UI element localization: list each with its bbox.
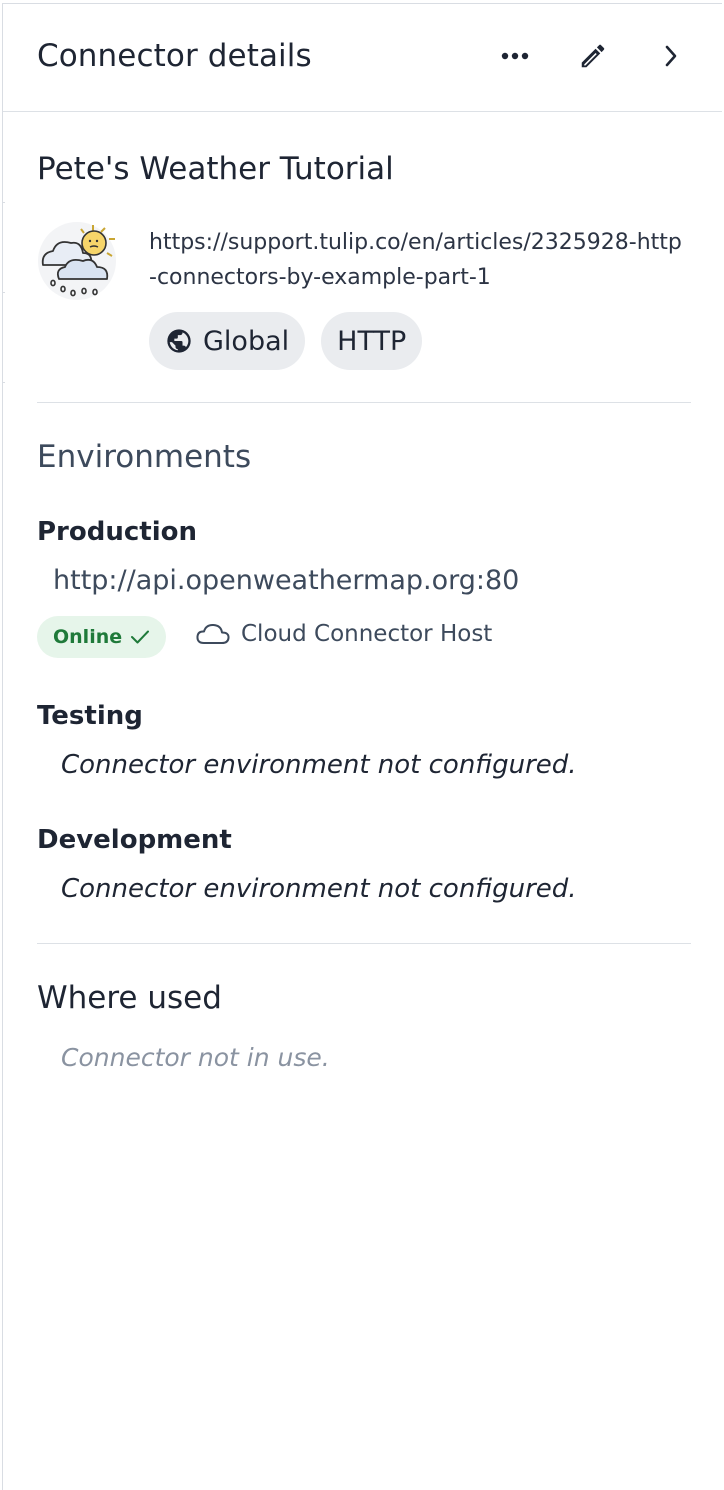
edge-tick	[3, 202, 5, 203]
type-chip: HTTP	[321, 312, 423, 370]
type-chip-label: HTTP	[337, 325, 407, 357]
development-env-name: Development	[37, 825, 232, 855]
environments-title: Environments	[37, 439, 252, 475]
testing-env-message: Connector environment not configured.	[61, 750, 577, 780]
scope-chip-label: Global	[203, 325, 290, 357]
connector-name: Pete's Weather Tutorial	[37, 151, 394, 187]
where-used-title: Where used	[37, 980, 222, 1016]
status-badge: Online	[37, 616, 167, 658]
testing-env-name: Testing	[37, 701, 143, 731]
edit-button[interactable]	[571, 34, 615, 78]
more-horizontal-icon	[501, 52, 529, 60]
cloud-icon	[196, 623, 230, 644]
where-used-message: Connector not in use.	[61, 1043, 330, 1072]
check-icon	[131, 630, 150, 644]
globe-icon	[167, 329, 191, 353]
documentation-link[interactable]: https://support.tulip.co/en/articles/232…	[149, 225, 689, 295]
connector-host-label: Cloud Connector Host	[241, 621, 493, 647]
more-options-button[interactable]	[493, 34, 537, 78]
connector-tags: Global HTTP	[149, 312, 423, 370]
panel-header: Connector details	[3, 4, 722, 112]
section-divider	[37, 943, 691, 944]
weather-cloud-sun-rain-icon	[37, 221, 117, 301]
edge-tick	[3, 292, 5, 293]
edge-tick	[3, 382, 5, 383]
collapse-panel-button[interactable]	[649, 34, 693, 78]
production-env-name: Production	[37, 517, 197, 547]
panel-title: Connector details	[37, 38, 312, 74]
scope-chip: Global	[149, 312, 306, 370]
connector-host: Cloud Connector Host	[195, 621, 492, 647]
development-env-message: Connector environment not configured.	[61, 874, 577, 904]
connector-details-panel: Connector details Pete's Weather Tutoria…	[2, 3, 722, 1490]
production-env-url: http://api.openweathermap.org:80	[53, 565, 520, 596]
section-divider	[37, 402, 691, 403]
pencil-icon	[581, 44, 605, 68]
chevron-right-icon	[665, 45, 677, 67]
status-label: Online	[53, 626, 123, 648]
